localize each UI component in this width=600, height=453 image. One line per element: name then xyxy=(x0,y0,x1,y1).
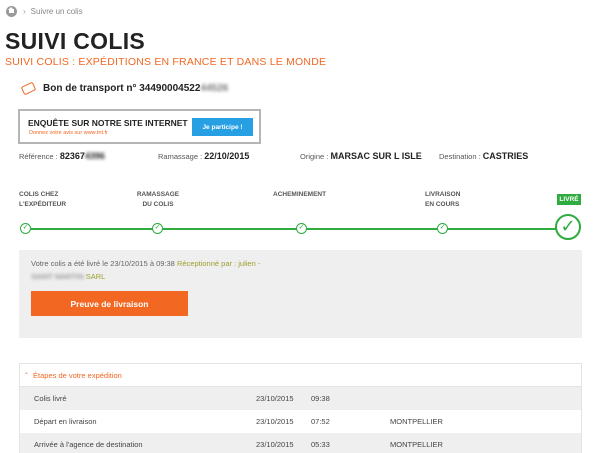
check-icon: ✓ xyxy=(20,223,31,234)
check-icon: ✓ xyxy=(555,214,581,240)
tracking-label: Bon de transport n° xyxy=(43,83,137,94)
check-icon: ✓ xyxy=(437,223,448,234)
table-row: Départ en livraison 23/10/2015 07:52 MON… xyxy=(34,417,443,426)
step-label-transit: ACHEMINEMENT xyxy=(273,191,327,198)
shipment-steps-panel: ⌃ Étapes de votre expédition Colis livré… xyxy=(19,363,582,453)
tracking-number-hidden: 44526 xyxy=(200,83,229,94)
table-row: Colis livré 23/10/2015 09:38 xyxy=(20,387,581,410)
proof-of-delivery-button[interactable]: Preuve de livraison xyxy=(31,291,188,316)
tracking-number: Bon de transport n° 34490004522 44526 xyxy=(20,81,229,96)
check-icon: ✓ xyxy=(296,223,307,234)
pickup-info: Ramassage : 22/10/2015 xyxy=(158,151,250,161)
survey-subtitle: Donnez votre avis sur www.tnt.fr xyxy=(29,130,108,136)
delivered-badge: LIVRÉ xyxy=(557,194,581,205)
tracking-progress: COLIS CHEZ L'EXPÉDITEUR ✓ RAMASSAGE DU COL… xyxy=(0,185,600,245)
ticket-icon xyxy=(20,81,37,96)
breadcrumb: › Suivre un colis xyxy=(6,5,83,17)
step-label-delivering: LIVRAISON EN COURS xyxy=(425,191,461,208)
destination-info: Destination : CASTRIES xyxy=(439,151,529,161)
survey-participate-button[interactable]: Je participe ! xyxy=(192,118,253,136)
chevron-up-icon: ⌃ xyxy=(24,372,30,379)
survey-title: ENQUÊTE SUR NOTRE SITE INTERNET xyxy=(28,118,188,128)
delivery-summary: Votre colis a été livré le 23/10/2015 à … xyxy=(19,250,582,338)
home-icon[interactable] xyxy=(6,5,17,17)
step-label-sender: COLIS CHEZ L'EXPÉDITEUR xyxy=(19,191,67,208)
shipment-steps-toggle[interactable]: ⌃ Étapes de votre expédition xyxy=(20,364,581,387)
step-label-pickup: RAMASSAGE DU COLIS xyxy=(136,191,180,208)
check-icon: ✓ xyxy=(152,223,163,234)
survey-banner: ENQUÊTE SUR NOTRE SITE INTERNET Donnez v… xyxy=(18,109,261,144)
page-subtitle: SUIVI COLIS : EXPÉDITIONS EN FRANCE ET D… xyxy=(5,56,327,68)
breadcrumb-current: Suivre un colis xyxy=(30,6,83,16)
delivery-message: Votre colis a été livré le 23/10/2015 à … xyxy=(31,259,261,281)
origin-info: Origine : MARSAC SUR L ISLE xyxy=(300,151,422,161)
page-title: SUIVI COLIS xyxy=(5,28,146,54)
table-row: Arrivée à l'agence de destination 23/10/… xyxy=(20,433,581,453)
breadcrumb-separator: › xyxy=(23,6,26,16)
tracking-number-visible: 34490004522 xyxy=(139,83,201,94)
reference-info: Référence : 823674396 xyxy=(19,151,105,161)
